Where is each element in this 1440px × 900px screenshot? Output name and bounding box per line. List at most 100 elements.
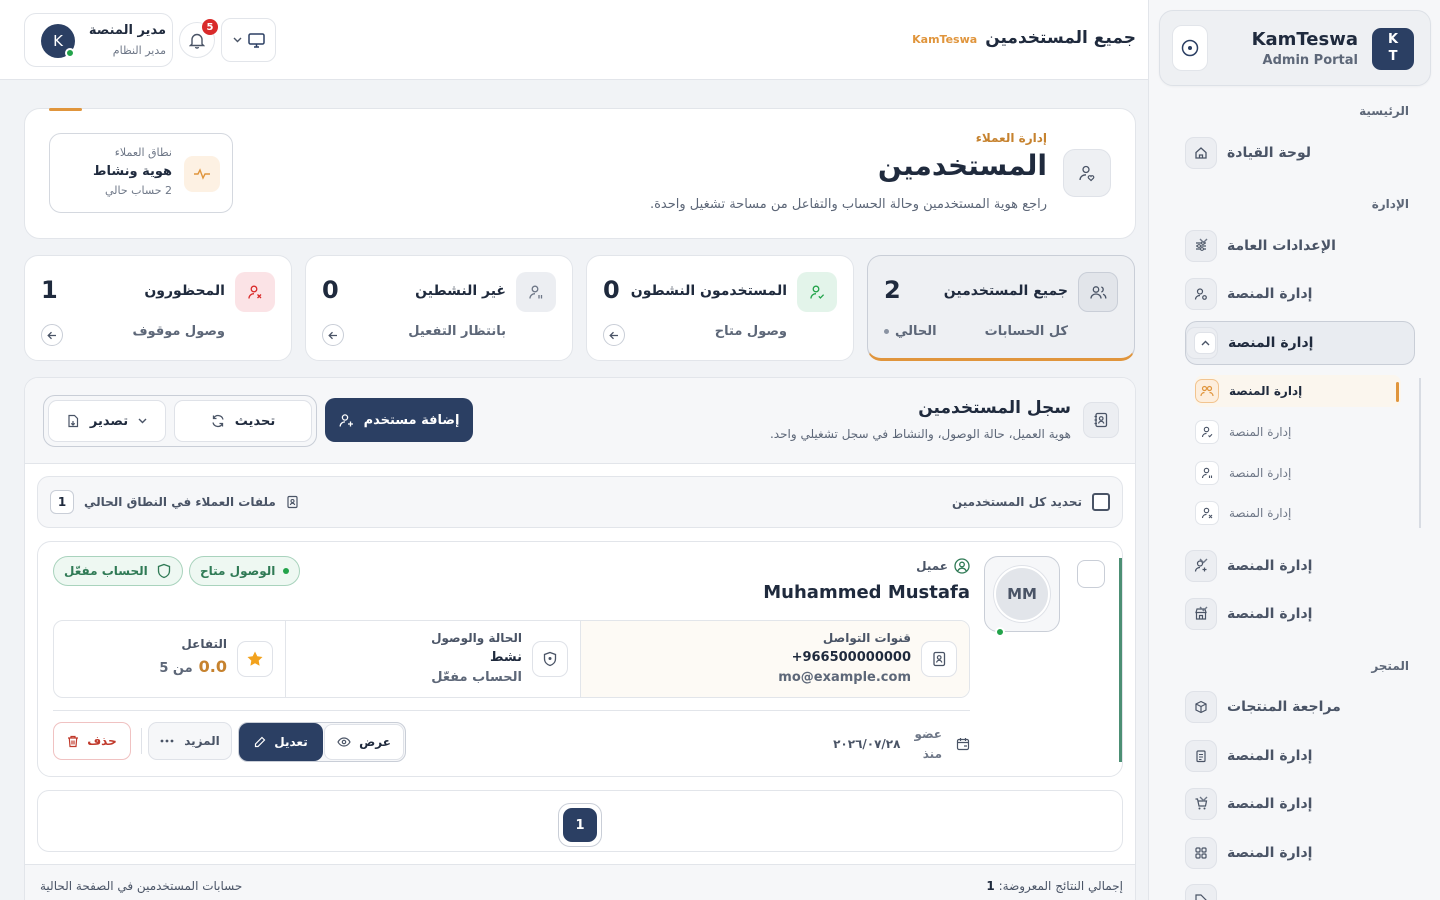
more-button[interactable]: المزيد xyxy=(148,722,232,760)
page-heading: جميع المستخدمين KamTeswa xyxy=(912,28,1136,48)
user-plus-icon xyxy=(339,413,354,428)
notifications-button[interactable]: 5 xyxy=(179,19,218,58)
sidebar-item-label: إدارة المنصة xyxy=(1227,796,1313,812)
account-badge: الحساب مفعّل xyxy=(53,556,183,586)
registry-title: سجل المستخدمين xyxy=(918,398,1071,418)
stat-count: 2 xyxy=(884,276,901,304)
user-type: عميل xyxy=(916,558,970,574)
sidebar-item-platform-6[interactable]: إدارة المنصة xyxy=(1185,833,1415,873)
view-button[interactable]: عرض xyxy=(324,724,404,760)
arrow-left-icon[interactable] xyxy=(41,324,63,346)
sidebar-item-platform-users[interactable]: إدارة المنصة xyxy=(1185,321,1415,365)
shield-icon xyxy=(532,641,568,677)
status-account: الحساب مفعّل xyxy=(431,670,522,685)
delete-button[interactable]: حذف xyxy=(53,722,131,760)
page-button-current[interactable]: 1 xyxy=(563,808,597,842)
activity-icon xyxy=(184,156,220,192)
stat-count: 1 xyxy=(41,276,58,304)
user-pause-icon xyxy=(1195,461,1219,485)
total-results-label: إجمالي النتائج المعروضة: xyxy=(998,879,1123,893)
hero-description: راجع هوية المستخدمين وحالة الحساب والتفا… xyxy=(649,197,1047,212)
stat-card-all-users[interactable]: جميع المستخدمين 2 كل الحسابات الحالي xyxy=(867,255,1135,361)
nav-section-management: الإدارة xyxy=(1371,197,1409,211)
status-dot xyxy=(283,568,290,574)
submenu-item-inactive-users[interactable]: إدارة المنصة xyxy=(1195,457,1401,489)
submenu-item-all-users[interactable]: إدارة المنصة xyxy=(1195,375,1401,407)
sidebar-item-platform-3[interactable]: إدارة المنصة xyxy=(1185,594,1415,634)
page-button-frame: 1 xyxy=(558,803,602,847)
sidebar-item-label: إدارة المنصة xyxy=(1227,845,1313,861)
file-export-icon xyxy=(67,414,80,428)
engagement-score-row: 0.0 من 5 xyxy=(159,657,227,676)
stat-current-label: الحالي xyxy=(895,324,937,339)
stat-card-inactive-users[interactable]: غير النشطين 0 بانتظار التفعيل xyxy=(305,255,573,361)
user-select-checkbox[interactable] xyxy=(1077,560,1105,588)
sidebar-item-label: الإعدادات العامة xyxy=(1227,238,1336,254)
clipboard-icon xyxy=(1185,740,1217,772)
engagement-out-of: من 5 xyxy=(159,661,193,676)
user-type-label: عميل xyxy=(916,559,948,573)
sidebar-item-platform-1[interactable]: إدارة المنصة xyxy=(1185,274,1415,314)
user-check-icon xyxy=(1195,420,1219,444)
stat-count: 0 xyxy=(322,276,339,304)
user-x-icon xyxy=(1195,501,1219,525)
sidebar-item-platform-5[interactable]: إدارة المنصة xyxy=(1185,784,1415,824)
target-icon xyxy=(1181,39,1199,57)
sidebar-item-general-settings[interactable]: الإعدادات العامة xyxy=(1185,226,1415,266)
sidebar-item-platform-2[interactable]: إدارة المنصة xyxy=(1185,546,1415,586)
eye-icon xyxy=(337,737,351,747)
user-pause-icon xyxy=(516,272,556,312)
sidebar-toggle-button[interactable] xyxy=(1172,25,1208,71)
sidebar-item-platform-4[interactable]: إدارة المنصة xyxy=(1185,736,1415,776)
chevron-up-icon[interactable] xyxy=(1194,332,1216,354)
contact-card-icon xyxy=(921,641,957,677)
status-cell: الحالة والوصول نشط الحساب مفعّل xyxy=(285,621,581,697)
scope-label: نطاق العملاء xyxy=(114,146,172,159)
add-user-button[interactable]: إضافة مستخدم xyxy=(325,398,473,442)
submenu-item-active-users[interactable]: إدارة المنصة xyxy=(1195,416,1401,448)
sidebar-item-label: إدارة المنصة xyxy=(1227,606,1313,622)
refresh-button[interactable]: تحديث xyxy=(174,400,312,442)
display-mode-button[interactable] xyxy=(221,18,276,62)
sidebar-item-product-review[interactable]: مراجعة المنتجات xyxy=(1185,687,1415,727)
notification-count-badge: 5 xyxy=(202,19,218,35)
action-separator xyxy=(141,728,142,754)
engagement-cell: التفاعل 0.0 من 5 xyxy=(54,621,285,697)
user-name: مدير المنصة xyxy=(88,23,166,38)
sidebar-item-partial[interactable] xyxy=(1185,880,1415,900)
contact-cell: قنوات التواصل +966500000000 mo@example.c… xyxy=(581,621,969,697)
sidebar-item-dashboard[interactable]: لوحة القيادة xyxy=(1185,133,1415,173)
submenu-item-blocked-users[interactable]: إدارة المنصة xyxy=(1195,497,1401,529)
status-state: نشط xyxy=(489,650,522,665)
member-since-label: عضو منذ xyxy=(914,724,942,764)
stat-card-blocked-users[interactable]: المحظورون 1 وصول موقوف xyxy=(24,255,292,361)
nav-section-store: المتجر xyxy=(1371,659,1409,673)
user-menu[interactable]: K مدير المنصة مدير النظام xyxy=(24,13,173,67)
export-button[interactable]: تصدير xyxy=(48,400,166,442)
star-icon xyxy=(237,641,273,677)
files-label: ملفات العملاء في النطاق الحالي xyxy=(84,495,276,509)
engagement-score: 0.0 xyxy=(198,657,227,676)
brand-title: KamTeswa xyxy=(1251,29,1358,50)
select-all-checkbox[interactable] xyxy=(1092,493,1110,511)
member-since: عضو منذ ٢٠٢٦/٠٧/٢٨ xyxy=(833,724,970,764)
sidebar-item-label: لوحة القيادة xyxy=(1227,145,1312,161)
stat-card-active-users[interactable]: المستخدمون النشطون 0 وصول متاح xyxy=(586,255,854,361)
refresh-icon xyxy=(211,414,225,428)
stat-current-indicator: الحالي xyxy=(884,324,937,339)
arrow-left-icon[interactable] xyxy=(322,324,344,346)
edit-button[interactable]: تعديل xyxy=(239,723,323,761)
sidebar-item-label: إدارة المنصة xyxy=(1227,748,1313,764)
engagement-label: التفاعل xyxy=(181,637,227,651)
chevron-down-icon xyxy=(138,418,147,424)
registry-footer: إجمالي النتائج المعروضة: 1 حسابات المستخ… xyxy=(25,864,1135,900)
online-status-dot xyxy=(65,48,75,58)
store-icon xyxy=(1185,598,1217,630)
select-all-control[interactable]: تحديد كل المستخدمين xyxy=(952,493,1110,511)
edit-label: تعديل xyxy=(274,735,308,749)
arrow-left-icon[interactable] xyxy=(603,324,625,346)
brand-logo-line1: K xyxy=(1387,32,1399,47)
submenu-item-label: إدارة المنصة xyxy=(1229,384,1303,398)
toolbar-button-group: تحديث تصدير xyxy=(43,395,317,447)
header-brand: KamTeswa xyxy=(912,33,978,46)
